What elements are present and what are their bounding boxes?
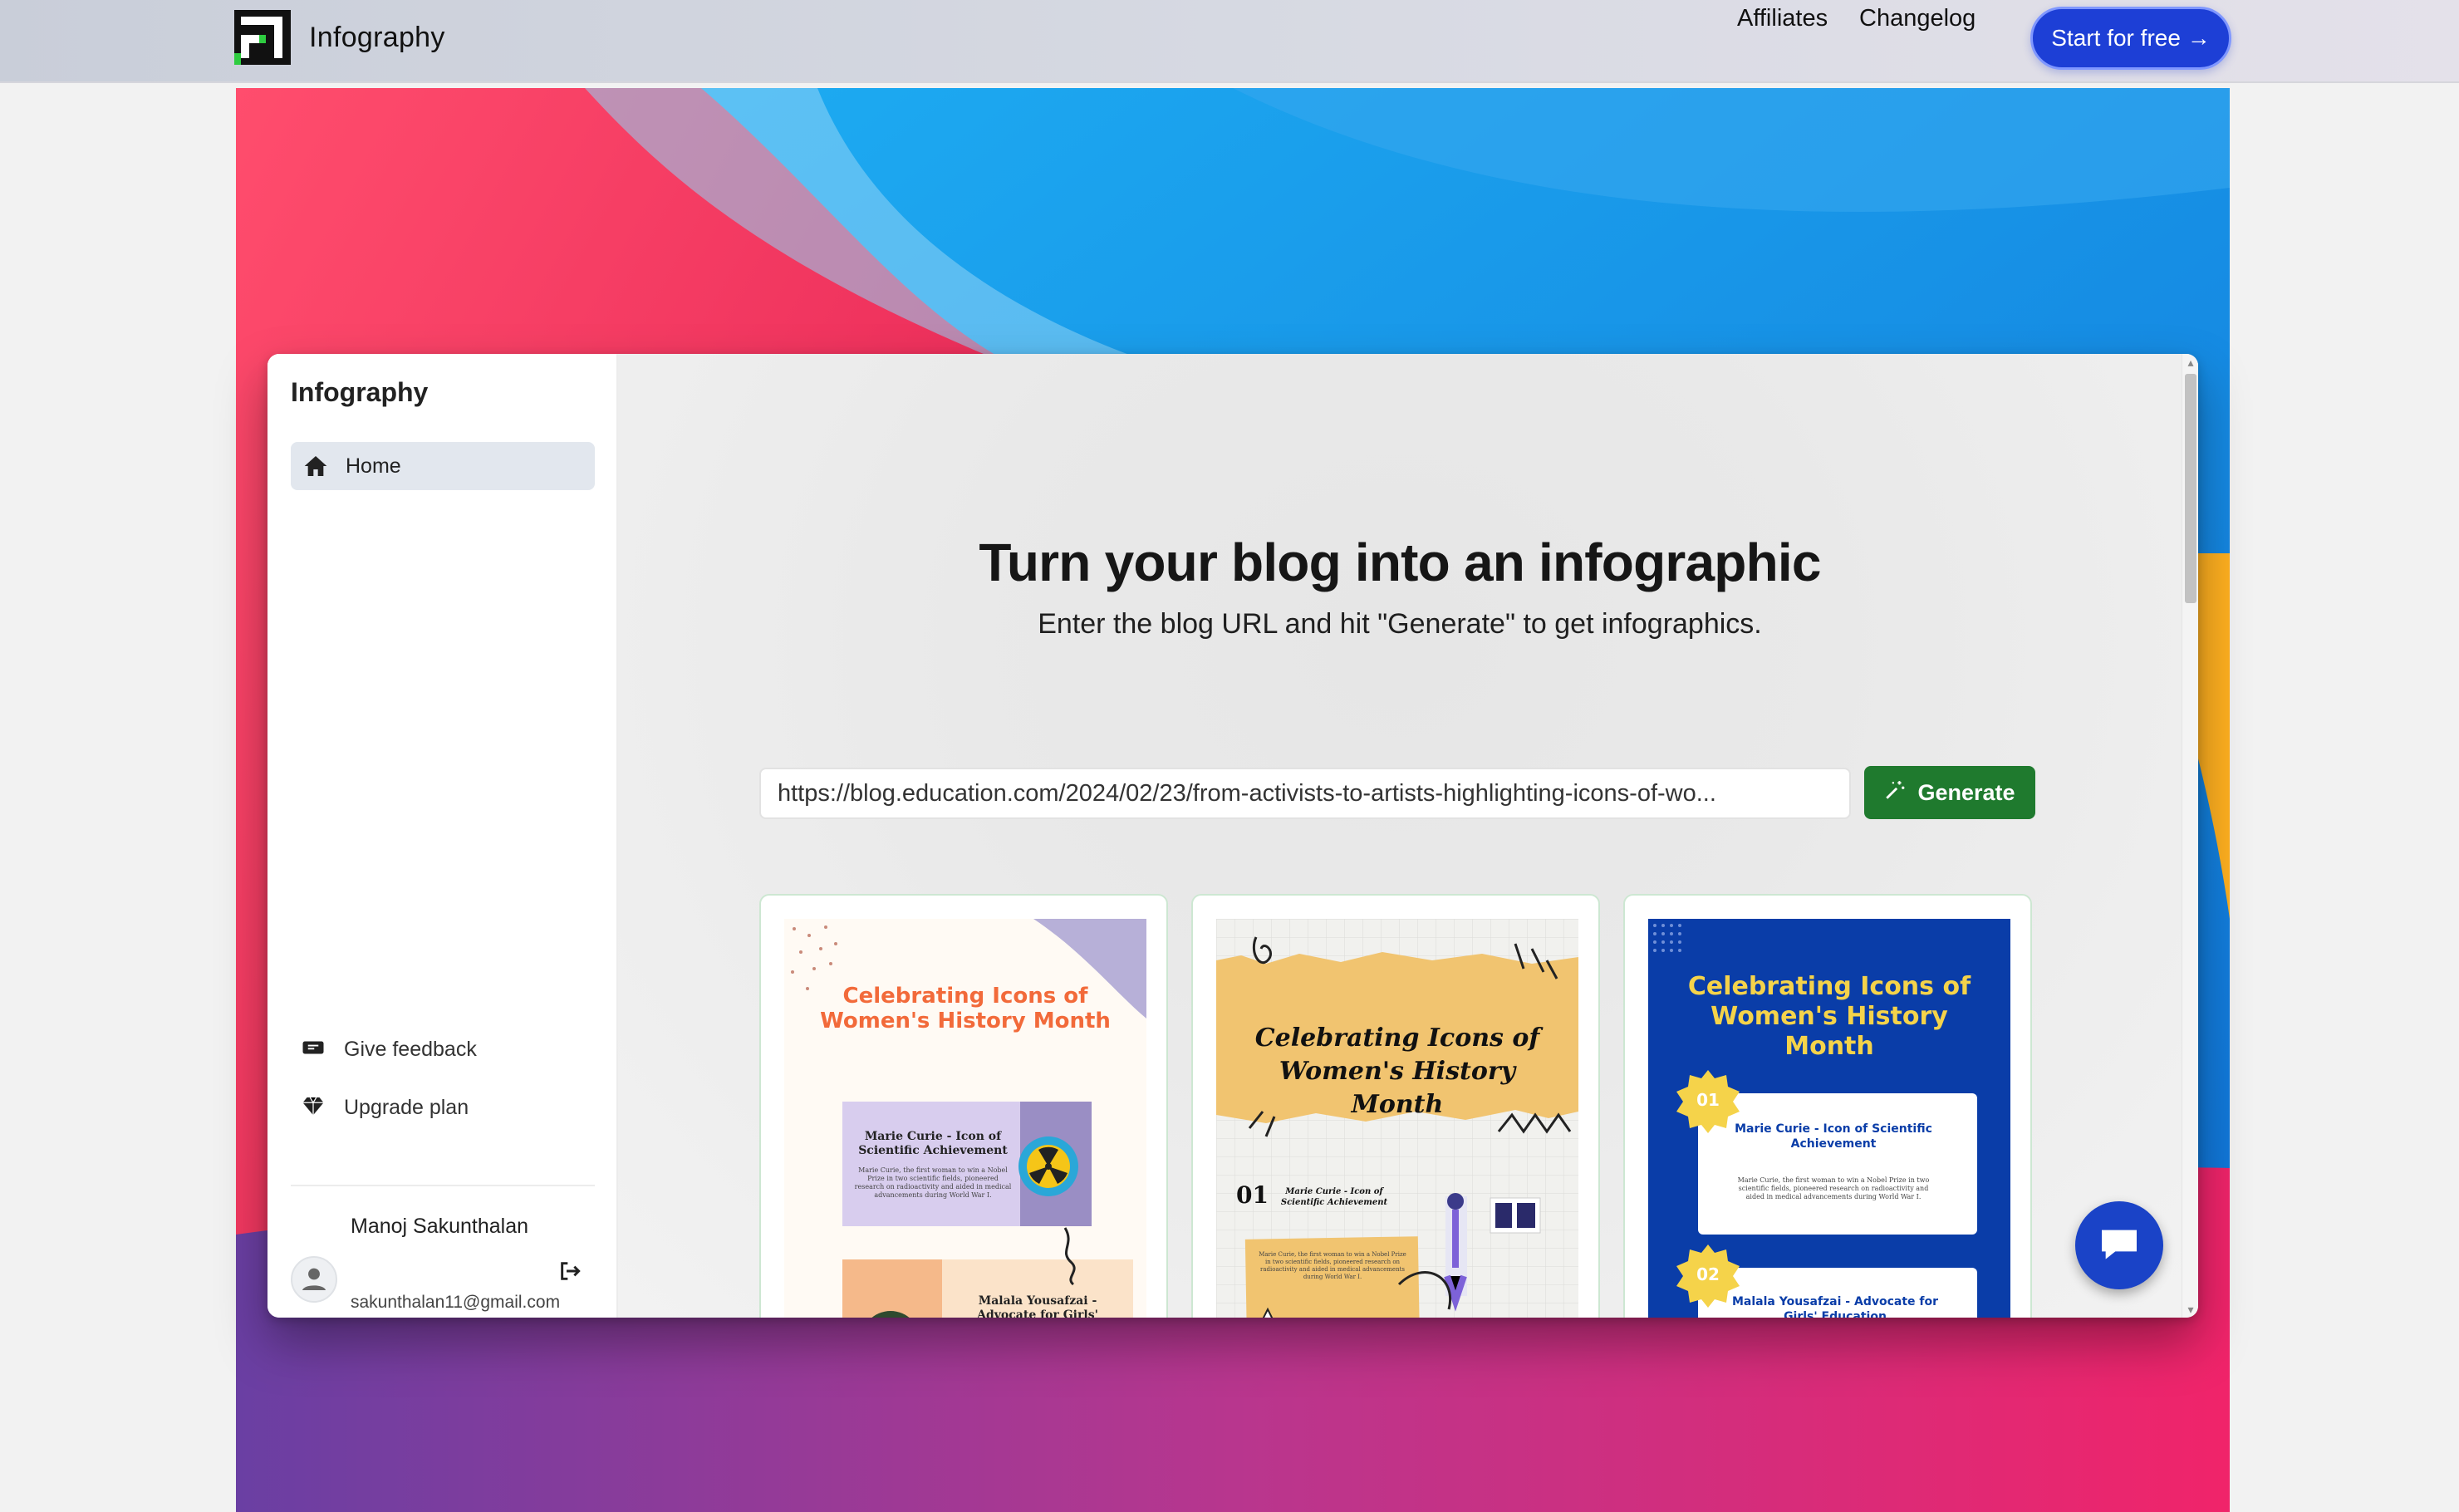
sidebar-item-label: Give feedback	[344, 1038, 477, 1061]
sidebar-divider	[291, 1185, 595, 1186]
home-icon	[302, 453, 329, 479]
brand-name: Infography	[309, 21, 445, 53]
card-item-title: Marie Curie - Icon of Scientific Achieve…	[858, 1130, 1008, 1157]
infographic-thumbnail: Celebrating Icons of Women's History Mon…	[1216, 919, 1578, 1318]
scroll-thumb[interactable]	[2185, 374, 2196, 603]
sidebar-item-upgrade-plan[interactable]: Upgrade plan	[301, 1093, 469, 1122]
brand[interactable]: Infography	[234, 10, 445, 65]
scroll-down-icon[interactable]: ▾	[2186, 1303, 2196, 1315]
gem-icon	[301, 1093, 326, 1122]
user-name: Manoj Sakunthalan	[351, 1215, 529, 1238]
sidebar-item-home[interactable]: Home	[291, 442, 595, 490]
card-number: 02	[1696, 1264, 1720, 1284]
sidebar-item-give-feedback[interactable]: Give feedback	[301, 1035, 477, 1064]
nav-link-changelog[interactable]: Changelog	[1859, 5, 1976, 32]
card-title: Celebrating Icons of Women's History Mon…	[1687, 972, 1971, 1061]
sidebar-item-label: Home	[346, 454, 401, 478]
sidebar-title: Infography	[291, 377, 429, 407]
card-number: 01	[1696, 1090, 1720, 1110]
page-headline: Turn your blog into an infographic	[979, 533, 1821, 592]
logout-icon[interactable]	[557, 1258, 583, 1284]
page-subline: Enter the blog URL and hit "Generate" to…	[1038, 608, 1762, 640]
card-item-title: Malala Yousafzai - Advocate for Girls' E…	[977, 1294, 1098, 1318]
user-email: sakunthalan11@gmail.com	[351, 1293, 561, 1312]
main-content: Turn your blog into an infographic Enter…	[618, 354, 2182, 1318]
card-item-title: Marie Curie - Icon of Scientific Achieve…	[1280, 1187, 1388, 1207]
card-title: Celebrating Icons of Women's History Mon…	[820, 984, 1111, 1033]
infography-logo-icon	[234, 10, 291, 65]
infographic-card-2[interactable]: Celebrating Icons of Women's History Mon…	[1191, 894, 1600, 1318]
sidebar: Infography Home Give feedback Upgrade pl…	[267, 354, 618, 1318]
user-profile: Manoj Sakunthalan sakunthalan11@gmail.co…	[291, 1210, 606, 1312]
card-item-body: Marie Curie, the first woman to win a No…	[1737, 1176, 1930, 1200]
magic-wand-icon	[1884, 779, 1917, 807]
infographic-thumbnail: Celebrating Icons of Women's History Mon…	[1648, 919, 2010, 1318]
card-number: 01	[1236, 1181, 1269, 1209]
generate-label: Generate	[1917, 779, 2015, 805]
card-item-body: Marie Curie, the first woman to win a No…	[854, 1166, 1012, 1199]
generate-button[interactable]: Generate	[1864, 766, 2035, 819]
chat-icon	[2096, 1220, 2142, 1271]
infographic-card-1[interactable]: Celebrating Icons of Women's History Mon…	[759, 894, 1168, 1318]
blog-url-input[interactable]	[759, 768, 1851, 819]
avatar	[291, 1256, 337, 1303]
app-window: Infography Home Give feedback Upgrade pl…	[267, 354, 2198, 1318]
card-item-title: Malala Yousafzai - Advocate for Girls' E…	[1731, 1295, 1939, 1318]
infographic-thumbnail: Celebrating Icons of Women's History Mon…	[784, 919, 1146, 1318]
main-scrollbar[interactable]: ▴ ▾	[2182, 354, 2198, 1318]
chat-support-button[interactable]	[2075, 1201, 2163, 1289]
scroll-up-icon[interactable]: ▴	[2186, 356, 2196, 368]
top-nav: Infography Affiliates Changelog Start fo…	[0, 0, 2459, 83]
feedback-icon	[301, 1035, 326, 1064]
nav-link-affiliates[interactable]: Affiliates	[1737, 5, 1828, 32]
start-for-free-button[interactable]: Start for free →	[2030, 7, 2231, 70]
infographic-card-3[interactable]: Celebrating Icons of Women's History Mon…	[1623, 894, 2032, 1318]
card-item-title: Marie Curie - Icon of Scientific Achieve…	[1735, 1122, 1932, 1151]
card-item-body: Marie Curie, the first woman to win a No…	[1259, 1251, 1406, 1280]
sidebar-item-label: Upgrade plan	[344, 1096, 469, 1119]
card-title: Celebrating Icons of Women's History Mon…	[1254, 1024, 1540, 1119]
